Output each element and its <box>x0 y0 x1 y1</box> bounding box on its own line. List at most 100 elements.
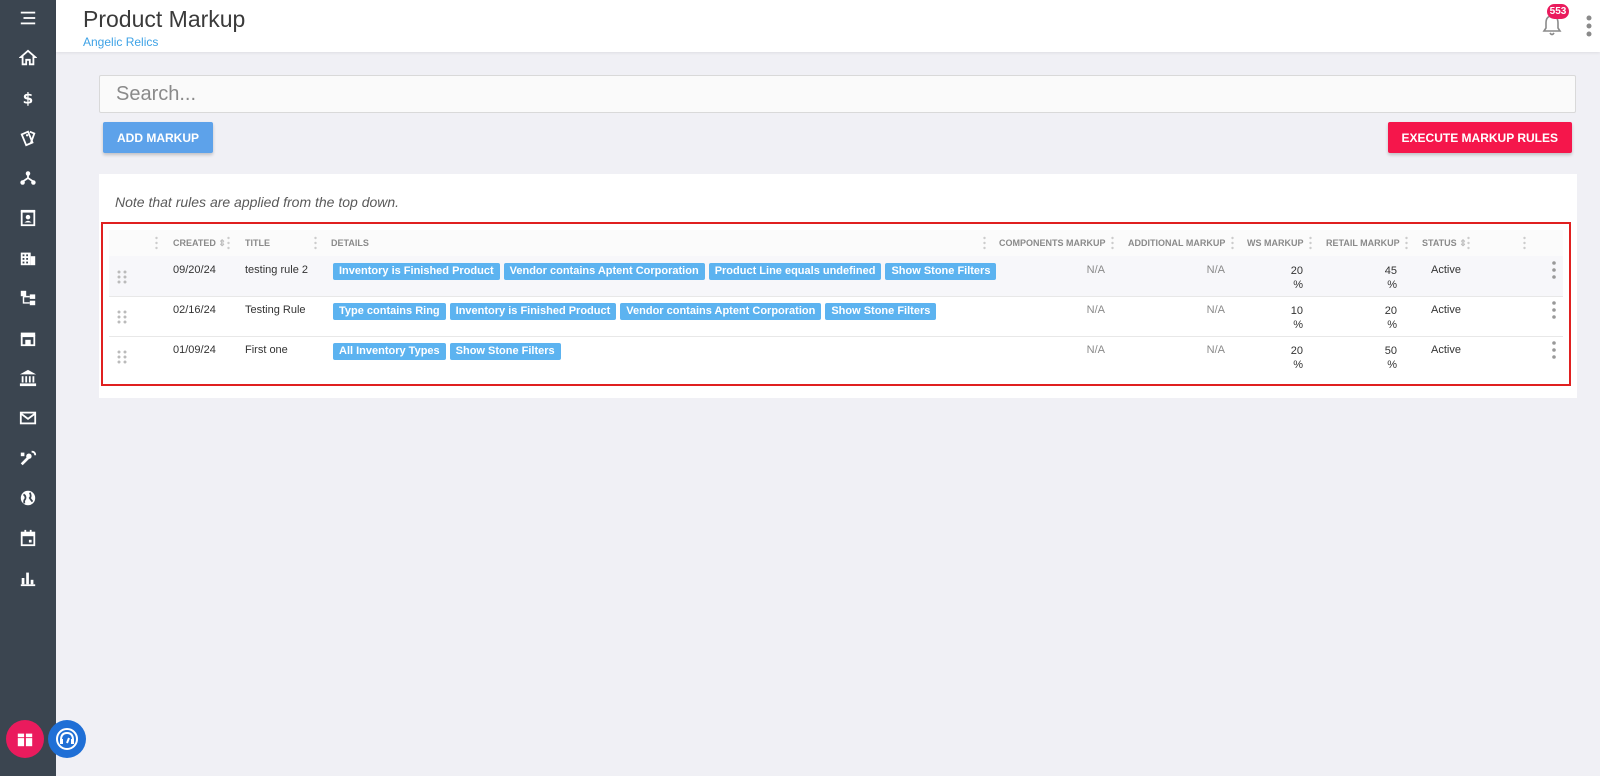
svg-text:$: $ <box>23 89 34 107</box>
rule-tag: Vendor contains Aptent Corporation <box>503 263 705 280</box>
sidebar-item-companies[interactable] <box>0 242 56 274</box>
column-resize-icon[interactable] <box>1231 236 1234 250</box>
additional-markup-value: N/A <box>1206 344 1225 356</box>
additional-markup-value: N/A <box>1206 264 1225 276</box>
components-markup-value: N/A <box>1086 264 1105 276</box>
column-header-retail-markup[interactable]: RETAIL MARKUP <box>1326 230 1400 256</box>
created-date: 09/20/24 <box>173 264 216 276</box>
sidebar-item-sales[interactable]: $ <box>0 82 56 114</box>
sidebar-menu-toggle[interactable] <box>0 2 56 34</box>
rule-tag: Product Line equals undefined <box>708 263 882 280</box>
retail-markup-number: 45 <box>1384 265 1397 277</box>
apps-icon <box>17 733 33 747</box>
ws-markup-value: 20% <box>1269 344 1303 372</box>
row-menu-icon[interactable] <box>1549 260 1559 280</box>
company-name[interactable]: Angelic Relics <box>83 35 158 49</box>
column-resize-icon[interactable] <box>227 236 230 250</box>
column-resize-icon[interactable] <box>983 236 986 250</box>
support-fab-button[interactable] <box>48 720 86 758</box>
status-value: Active <box>1431 304 1461 316</box>
drag-handle-icon[interactable] <box>117 310 127 324</box>
mail-icon <box>19 411 37 425</box>
rule-tag: Show Stone Filters <box>449 343 561 360</box>
column-resize-icon[interactable] <box>1467 236 1470 250</box>
column-label-status: STATUS <box>1422 238 1457 248</box>
column-label-created: CREATED <box>173 238 216 248</box>
rule-tag: Inventory is Finished Product <box>449 303 617 320</box>
home-icon <box>19 49 37 66</box>
created-date: 01/09/24 <box>173 344 216 356</box>
rule-details: Inventory is Finished Product Vendor con… <box>333 263 997 280</box>
row-menu-icon[interactable] <box>1549 300 1559 320</box>
sidebar-item-tags[interactable] <box>0 122 56 154</box>
sidebar-item-home[interactable] <box>0 42 56 74</box>
status-value: Active <box>1431 264 1461 276</box>
sidebar-item-store[interactable] <box>0 322 56 354</box>
sidebar-item-mail[interactable] <box>0 402 56 434</box>
table-row[interactable]: 02/16/24 Testing Rule Type contains Ring… <box>109 296 1563 337</box>
rule-tag: Inventory is Finished Product <box>333 263 500 280</box>
rule-details: Type contains Ring Inventory is Finished… <box>333 303 937 320</box>
column-header-components-markup[interactable]: COMPONENTS MARKUP <box>999 230 1106 256</box>
percent-unit: % <box>1387 279 1397 291</box>
retail-markup-number: 20 <box>1384 305 1397 317</box>
sidebar-item-calendar[interactable] <box>0 522 56 554</box>
execute-markup-rules-button[interactable]: EXECUTE MARKUP RULES <box>1387 122 1572 153</box>
column-header-ws-markup[interactable]: WS MARKUP <box>1247 230 1304 256</box>
percent-unit: % <box>1387 359 1397 371</box>
ws-markup-value: 20% <box>1269 264 1303 292</box>
column-resize-icon[interactable] <box>1523 236 1526 250</box>
retail-markup-value: 45% <box>1363 264 1397 292</box>
column-resize-icon[interactable] <box>1309 236 1312 250</box>
column-header-details[interactable]: DETAILS <box>331 230 369 256</box>
top-bar: Product Markup Angelic Relics 553 <box>56 0 1600 52</box>
sidebar-item-bank[interactable] <box>0 362 56 394</box>
column-resize-icon[interactable] <box>1111 236 1114 250</box>
table-row[interactable]: 09/20/24 testing rule 2 Inventory is Fin… <box>109 256 1563 297</box>
apps-fab-button[interactable] <box>6 720 44 758</box>
sidebar-item-tools[interactable] <box>0 442 56 474</box>
column-resize-icon[interactable] <box>155 236 158 250</box>
hierarchy-icon <box>20 290 36 306</box>
sidebar-item-network[interactable] <box>0 162 56 194</box>
table-row[interactable]: 01/09/24 First one All Inventory Types S… <box>109 336 1563 376</box>
add-markup-button[interactable]: ADD MARKUP <box>103 122 213 153</box>
sort-icon[interactable]: ⇕ <box>218 238 226 248</box>
row-menu-icon[interactable] <box>1549 340 1559 360</box>
globe-icon <box>20 490 36 506</box>
column-header-title[interactable]: TITLE <box>245 230 270 256</box>
retail-markup-number: 50 <box>1384 345 1397 357</box>
column-header-additional-markup[interactable]: ADDITIONAL MARKUP <box>1128 230 1225 256</box>
markup-rules-card: Note that rules are applied from the top… <box>99 174 1577 398</box>
column-resize-icon[interactable] <box>314 236 317 250</box>
rule-tag: Type contains Ring <box>333 303 446 320</box>
sidebar-item-reports[interactable] <box>0 562 56 594</box>
page-title: Product Markup <box>83 6 246 32</box>
calendar-icon <box>20 529 36 547</box>
search-input[interactable] <box>99 75 1576 113</box>
sidebar-item-contacts[interactable] <box>0 202 56 234</box>
additional-markup-value: N/A <box>1206 304 1225 316</box>
percent-unit: % <box>1293 279 1303 291</box>
rule-details: All Inventory Types Show Stone Filters <box>333 343 561 360</box>
column-header-status[interactable]: STATUS ⇕ <box>1422 230 1467 256</box>
more-vert-icon[interactable] <box>1582 14 1596 38</box>
components-markup-value: N/A <box>1086 344 1105 356</box>
sidebar-item-hierarchy[interactable] <box>0 282 56 314</box>
sidebar-item-globe[interactable] <box>0 482 56 514</box>
percent-unit: % <box>1293 319 1303 331</box>
sort-icon[interactable]: ⇕ <box>1459 238 1467 248</box>
retail-markup-value: 20% <box>1363 304 1397 332</box>
rule-title: Testing Rule <box>245 304 306 316</box>
column-header-created[interactable]: CREATED ⇕ <box>173 230 226 256</box>
ws-markup-number: 10 <box>1290 305 1303 317</box>
store-icon <box>20 332 36 347</box>
drag-handle-icon[interactable] <box>117 350 127 364</box>
bank-icon <box>19 369 37 387</box>
drag-handle-icon[interactable] <box>117 270 127 284</box>
tags-icon <box>20 130 36 147</box>
rule-tag: All Inventory Types <box>333 343 446 360</box>
markup-rules-table: CREATED ⇕ TITLE DETAILS COMPONENTS MARKU… <box>101 222 1571 386</box>
ws-markup-number: 20 <box>1290 345 1303 357</box>
column-resize-icon[interactable] <box>1405 236 1408 250</box>
